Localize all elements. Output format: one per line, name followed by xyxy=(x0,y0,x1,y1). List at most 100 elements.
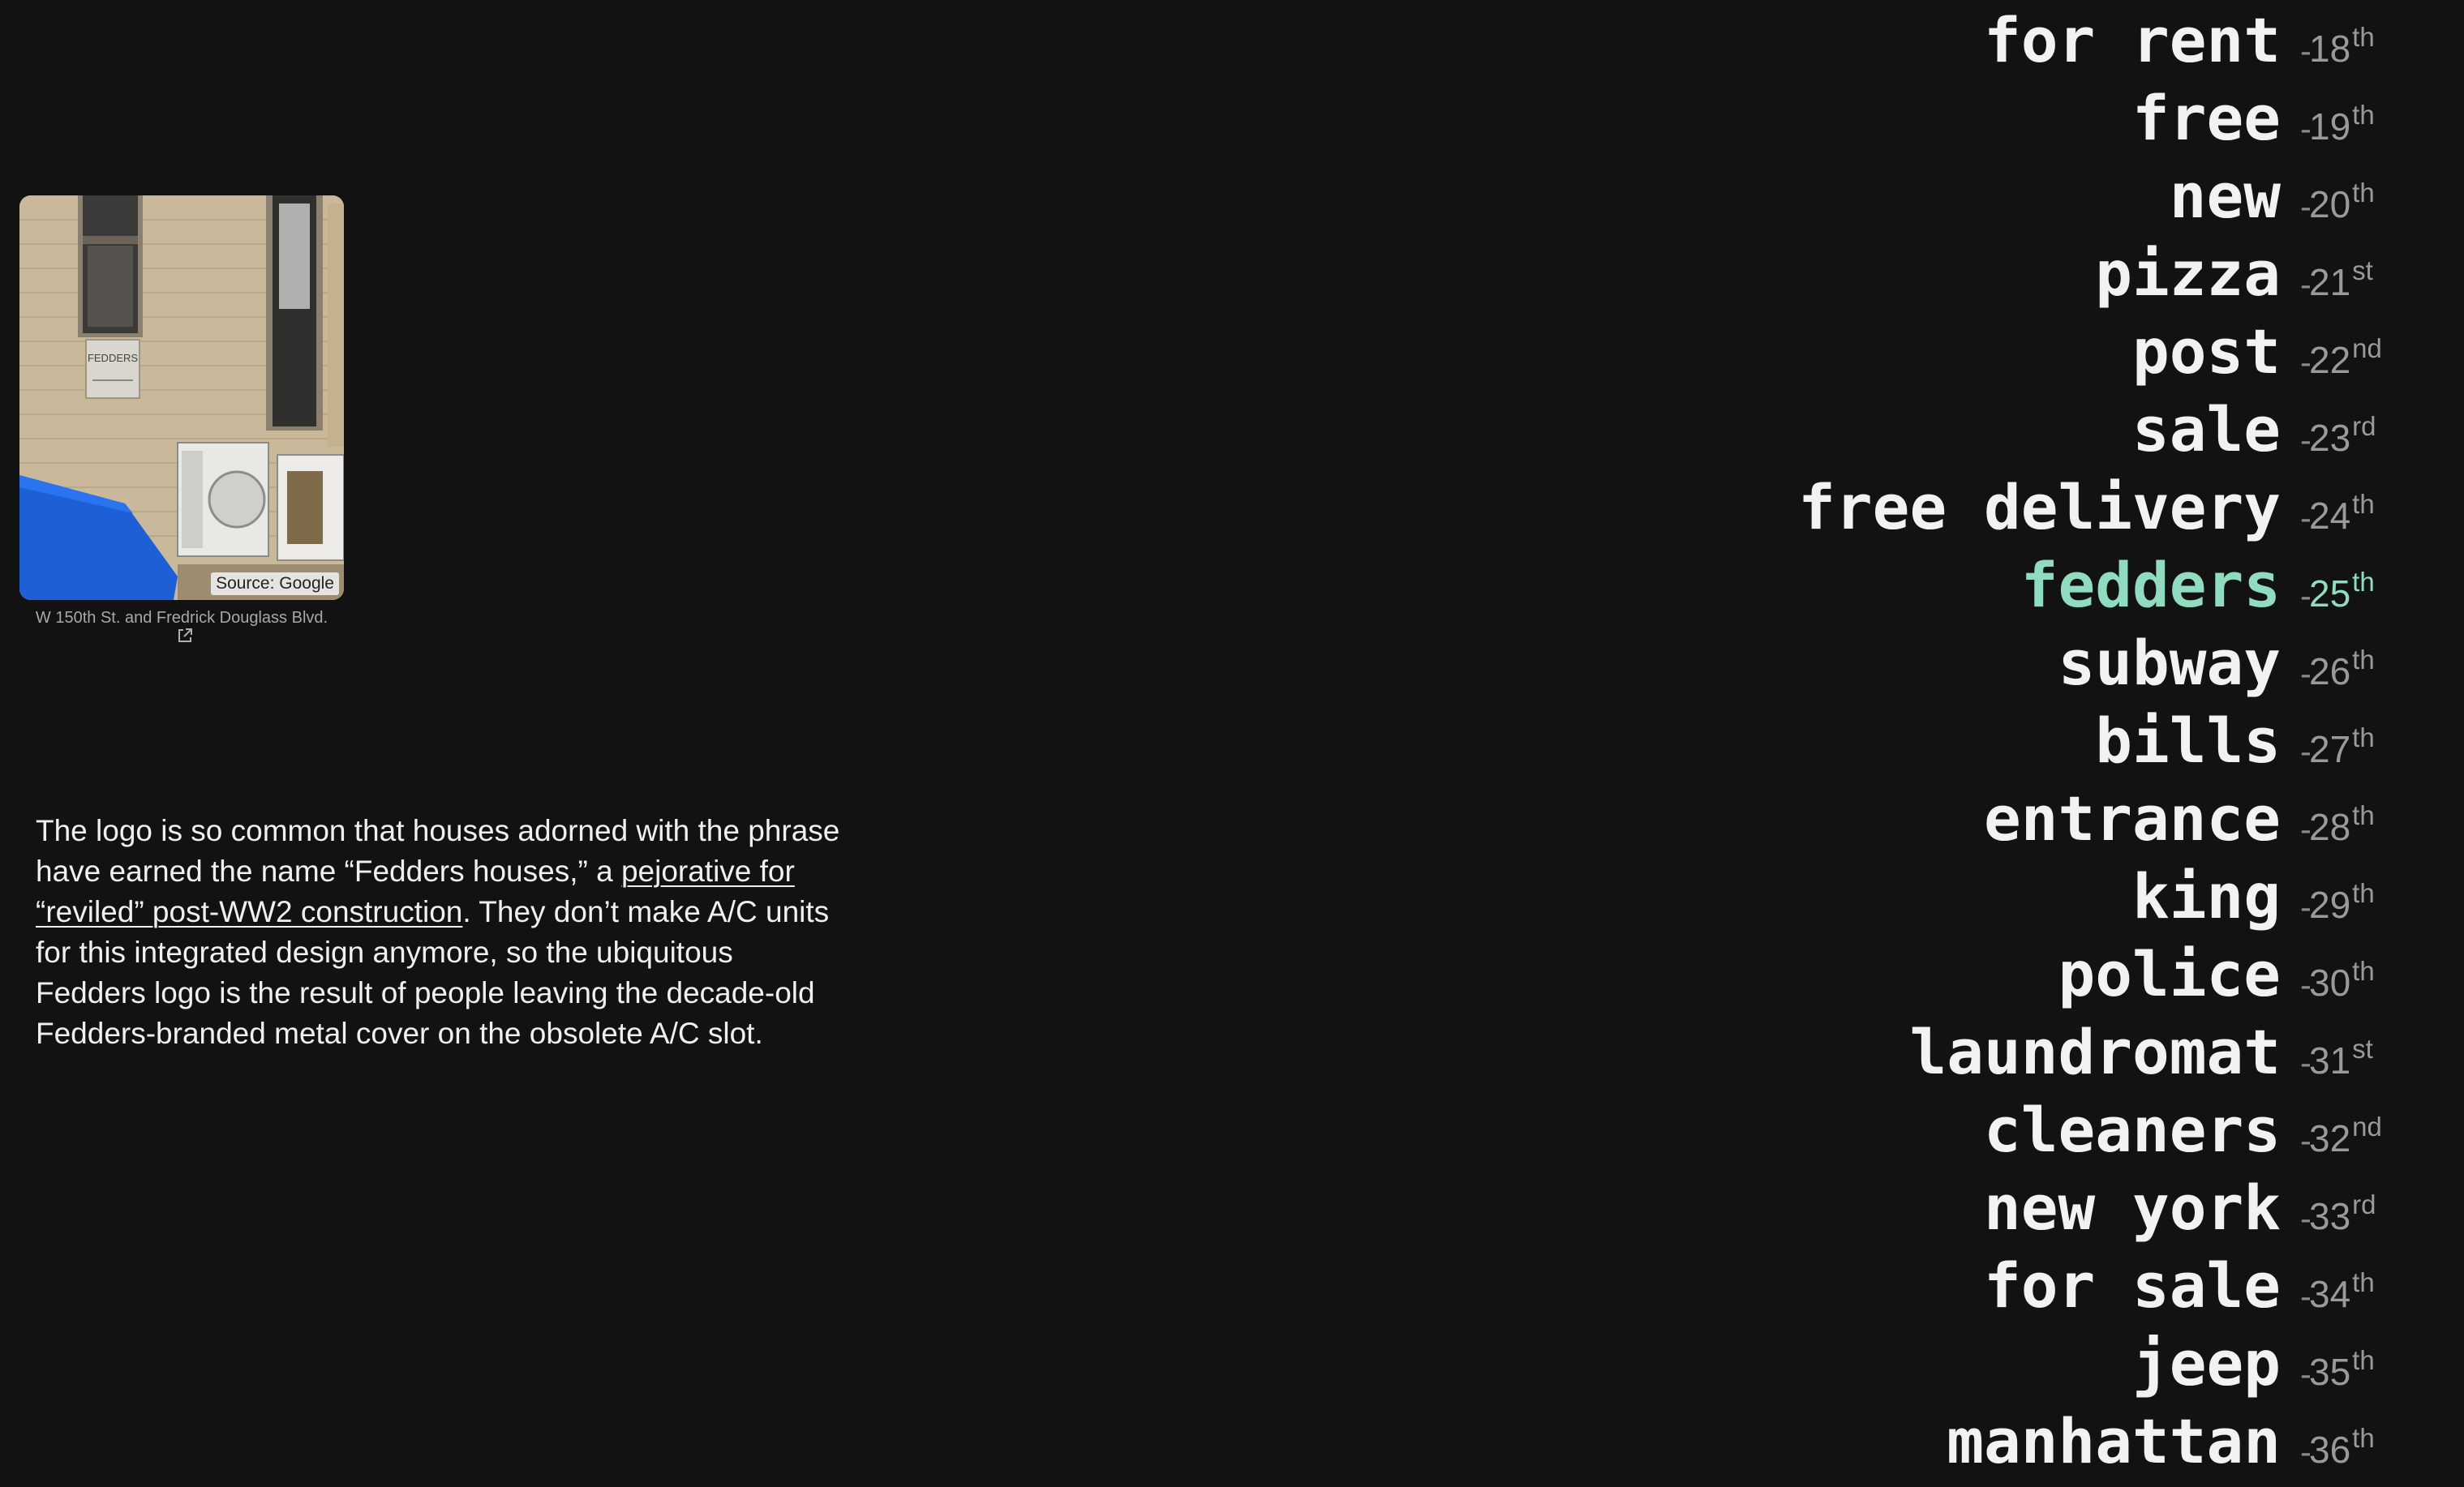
rank-suffix: th xyxy=(2352,722,2375,752)
rank-number: 22 xyxy=(2309,339,2351,381)
ranked-word-row: shop-17th xyxy=(1491,0,2464,8)
ranked-word-row: manhattan -36th xyxy=(1491,1409,2464,1487)
ranked-word-rank: 27th xyxy=(2309,724,2375,770)
ranked-word-row: fedders -25th xyxy=(1491,553,2464,631)
ranked-word-row: for rent -18th xyxy=(1491,8,2464,86)
rank-number: 36 xyxy=(2309,1429,2351,1471)
fedders-sign: FEDDERS xyxy=(88,352,138,364)
ranked-word-rank: 36th xyxy=(2309,1425,2375,1471)
ranked-word-rank: 22nd xyxy=(2309,335,2382,381)
rank-suffix: st xyxy=(2352,255,2373,285)
rank-number: 34 xyxy=(2309,1273,2351,1315)
ranked-word-rank: 21st xyxy=(2309,257,2373,303)
ranked-word-row: laundromat -31st xyxy=(1491,1020,2464,1098)
ranked-word-row: police -30th xyxy=(1491,942,2464,1020)
rank-number: 23 xyxy=(2309,417,2351,459)
ranked-word-row: for sale -34th xyxy=(1491,1253,2464,1331)
rank-number: 19 xyxy=(2309,105,2351,148)
street-view-photo: FEDDERS Source: Google xyxy=(19,195,344,600)
rank-suffix: th xyxy=(2352,567,2375,597)
rank-suffix: nd xyxy=(2352,333,2382,363)
rank-number: 30 xyxy=(2309,962,2351,1004)
ranked-word-row: sale -23rd xyxy=(1491,397,2464,475)
rank-suffix: th xyxy=(2352,878,2375,908)
rank-number: 29 xyxy=(2309,884,2351,926)
ranked-word-row: entrance -28th xyxy=(1491,786,2464,864)
ranked-word-rank: 20th xyxy=(2309,179,2375,225)
ranked-word-rank: 28th xyxy=(2309,802,2375,848)
rank-number: 25 xyxy=(2309,572,2351,615)
ranked-word-term: fedders xyxy=(2020,549,2281,621)
ranked-word-term: for rent xyxy=(1983,4,2281,76)
rank-suffix: rd xyxy=(2352,1189,2376,1219)
ranked-word-rank: 19th xyxy=(2309,101,2375,148)
ranked-word-rank: 30th xyxy=(2309,958,2375,1004)
rank-number: 35 xyxy=(2309,1351,2351,1393)
ranked-word-term: free delivery xyxy=(1798,471,2281,543)
ranked-word-rank: 18th xyxy=(2309,24,2375,67)
rank-suffix: th xyxy=(2352,956,2375,986)
ranked-word-term: subway xyxy=(2058,627,2281,699)
ranked-word-row: bills -27th xyxy=(1491,709,2464,786)
ranked-word-term: entrance xyxy=(1983,782,2281,855)
photo-caption: W 150th St. and Fredrick Douglass Blvd. xyxy=(32,608,331,647)
ranked-word-rank: 26th xyxy=(2309,646,2375,692)
rank-suffix: th xyxy=(2352,1423,2375,1453)
ranked-word-term: cleaners xyxy=(1983,1094,2281,1166)
rank-number: 21 xyxy=(2309,261,2351,303)
ranked-word-row: cleaners -32nd xyxy=(1491,1098,2464,1176)
rank-number: 20 xyxy=(2309,183,2351,225)
ranked-word-rank: 25th xyxy=(2309,568,2375,615)
ranked-word-term: new xyxy=(2169,160,2281,232)
source-badge: Source: Google xyxy=(211,572,339,595)
rank-suffix: th xyxy=(2352,100,2375,130)
ranked-word-row: new york -33rd xyxy=(1491,1176,2464,1253)
rank-number: 27 xyxy=(2309,728,2351,770)
photo-location-text: W 150th St. and Fredrick Douglass Blvd. xyxy=(35,609,328,627)
rank-suffix: th xyxy=(2352,1267,2375,1297)
ranked-word-term: king xyxy=(2131,860,2281,932)
rank-number: 33 xyxy=(2309,1195,2351,1237)
rank-suffix: th xyxy=(2352,178,2375,208)
rank-suffix: st xyxy=(2352,1034,2373,1064)
ranked-word-row: post -22nd xyxy=(1491,319,2464,397)
ranked-word-term: post xyxy=(2131,315,2281,388)
ranked-word-term: police xyxy=(2058,938,2281,1010)
ranked-word-term: bills xyxy=(2095,705,2281,777)
ranked-word-rank: 32nd xyxy=(2309,1113,2382,1159)
rank-suffix: th xyxy=(2352,1345,2375,1375)
ranked-word-row: jeep -35th xyxy=(1491,1331,2464,1409)
ranked-word-row: king -29th xyxy=(1491,864,2464,942)
ranked-word-rank: 24th xyxy=(2309,491,2375,537)
ranked-word-rank: 33rd xyxy=(2309,1191,2376,1237)
ranked-word-term: jeep xyxy=(2131,1327,2281,1399)
ranked-word-term: manhattan xyxy=(1947,1405,2281,1477)
ranked-word-rank: 23rd xyxy=(2309,413,2376,459)
ranked-word-row: new -20th xyxy=(1491,164,2464,242)
ranked-word-term: pizza xyxy=(2095,238,2281,310)
rank-number: 24 xyxy=(2309,495,2351,537)
ranked-word-rank: 35th xyxy=(2309,1347,2375,1393)
rank-suffix: th xyxy=(2352,800,2375,830)
ranked-word-rank: 29th xyxy=(2309,880,2375,926)
external-link-icon[interactable] xyxy=(177,628,193,644)
ranked-word-row: subway -26th xyxy=(1491,631,2464,709)
rank-suffix: th xyxy=(2352,645,2375,675)
rank-number: 28 xyxy=(2309,806,2351,848)
rank-suffix: th xyxy=(2352,22,2375,52)
rank-suffix: nd xyxy=(2352,1112,2382,1142)
body-paragraph: The logo is so common that houses adorne… xyxy=(36,811,847,1054)
ranked-word-term: laundromat xyxy=(1909,1016,2281,1088)
rank-suffix: rd xyxy=(2352,411,2376,441)
rank-number: 31 xyxy=(2309,1039,2351,1082)
ranked-word-term: sale xyxy=(2131,393,2281,465)
rank-number: 26 xyxy=(2309,650,2351,692)
rank-suffix: th xyxy=(2352,489,2375,519)
ranked-word-term: free xyxy=(2131,82,2281,154)
ranked-word-rank: 31st xyxy=(2309,1035,2373,1082)
rank-number: 32 xyxy=(2309,1117,2351,1159)
ranked-word-term: for sale xyxy=(1983,1249,2281,1322)
ranked-word-row: free -19th xyxy=(1491,86,2464,164)
building-illustration: FEDDERS xyxy=(19,195,344,600)
ranked-word-term: new york xyxy=(1983,1172,2281,1244)
